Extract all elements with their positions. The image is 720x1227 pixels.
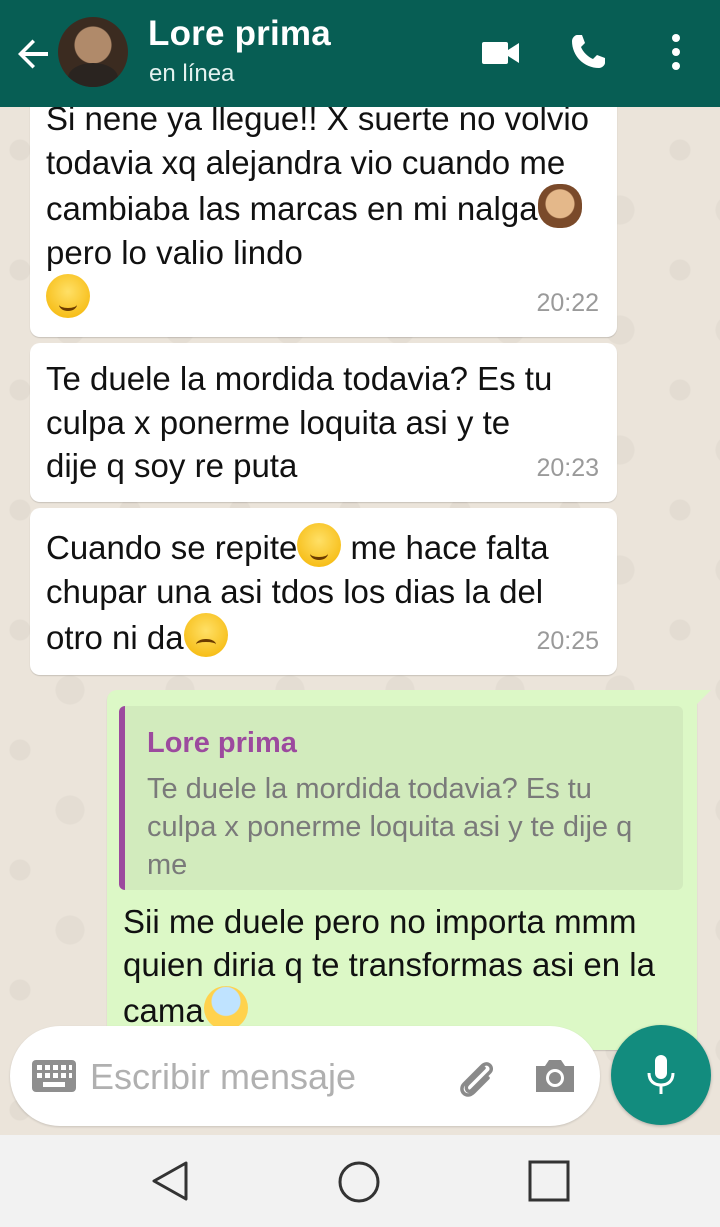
message-bubble-incoming[interactable]: Te duele la mordida todavia? Es tu culpa… [30, 343, 617, 502]
frowning-face-icon [183, 613, 228, 657]
see-no-evil-monkey-icon [537, 184, 582, 228]
chat-header: Lore prima en línea [0, 0, 720, 107]
quote-author: Lore prima [147, 727, 297, 759]
more-options-icon[interactable] [654, 30, 698, 74]
message-composer [10, 1026, 600, 1126]
message-bubble-incoming[interactable]: Cuando se repite me hace falta chupar un… [30, 508, 617, 675]
message-bubble-outgoing[interactable]: Lore prima Te duele la mordida todavia? … [107, 690, 711, 1050]
face-savoring-food-icon [46, 274, 90, 318]
face-savoring-food-icon [297, 523, 342, 567]
nav-back-icon[interactable] [148, 1159, 192, 1203]
chat-background: Si nene ya llegue!! X suerte no volvio t… [0, 0, 720, 1135]
phone-call-icon[interactable] [566, 30, 610, 74]
message-text: Sii me duele pero no importa mmm quien d… [123, 903, 655, 1030]
message-time: 20:23 [536, 453, 599, 482]
message-text: Cuando se repite me hace falta chupar un… [30, 508, 601, 660]
nav-home-icon[interactable] [336, 1159, 382, 1205]
quoted-message[interactable]: Lore prima Te duele la mordida todavia? … [119, 706, 683, 890]
message-time: 20:22 [536, 288, 599, 317]
voice-message-button[interactable] [611, 1025, 711, 1125]
nav-recent-apps-icon[interactable] [527, 1159, 571, 1203]
contact-name[interactable]: Lore prima [148, 14, 331, 54]
message-text: Te duele la mordida todavia? Es tu culpa… [46, 360, 553, 484]
message-input[interactable] [88, 1048, 452, 1106]
contact-avatar[interactable] [58, 17, 128, 87]
contact-status: en línea [149, 60, 235, 87]
message-time: 20:25 [536, 626, 599, 655]
face-screaming-in-fear-icon [203, 986, 248, 1030]
camera-icon[interactable] [532, 1056, 578, 1096]
video-call-icon[interactable] [478, 30, 522, 74]
message-text: Si nene ya llegue!! X suerte no volvio t… [30, 85, 617, 321]
keyboard-icon[interactable] [32, 1060, 76, 1092]
attachment-icon[interactable] [454, 1054, 500, 1100]
quote-text: Te duele la mordida todavia? Es tu culpa… [147, 773, 633, 881]
system-navigation-bar [0, 1135, 720, 1227]
message-bubble-incoming[interactable]: Si nene ya llegue!! X suerte no volvio t… [30, 85, 617, 337]
microphone-icon [647, 1055, 675, 1094]
back-arrow-icon[interactable] [14, 34, 54, 74]
